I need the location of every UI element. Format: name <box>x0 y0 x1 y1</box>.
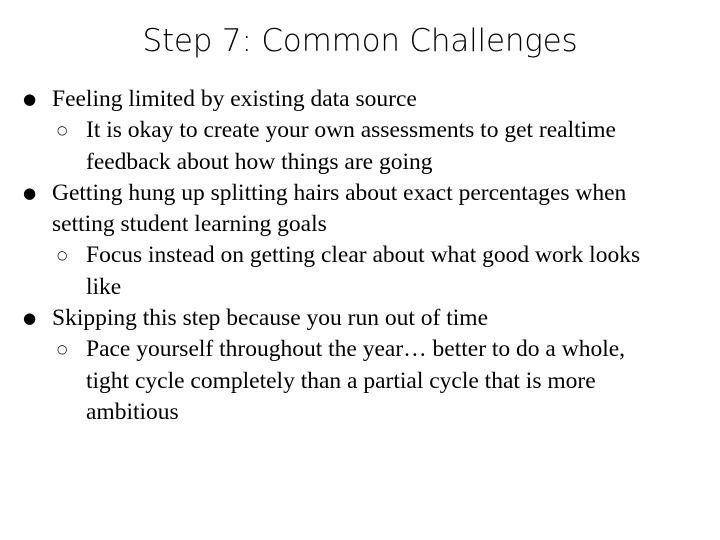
bullet-text: Focus instead on getting clear about wha… <box>86 242 641 300</box>
bullet-text: Feeling limited by existing data source <box>52 86 417 112</box>
bullet-circle-icon: ○ <box>57 342 68 357</box>
bullet-text: It is okay to create your own assessment… <box>86 117 616 175</box>
list-item: ● Getting hung up splitting hairs about … <box>20 178 700 303</box>
list-item: ● Feeling limited by existing data sourc… <box>20 84 700 178</box>
bullet-list-level2: ○ It is okay to create your own assessme… <box>52 115 700 178</box>
list-item: ○ It is okay to create your own assessme… <box>52 115 700 178</box>
bullet-list-level1: ● Feeling limited by existing data sourc… <box>20 84 700 428</box>
bullet-text: Skipping this step because you run out o… <box>52 305 489 332</box>
bullet-disc-icon: ● <box>23 183 37 202</box>
bullet-text: Pace yourself throughout the year… bette… <box>86 336 626 425</box>
bullet-list-level2: ○ Focus instead on getting clear about w… <box>52 240 700 303</box>
slide-body: ● Feeling limited by existing data sourc… <box>20 84 700 428</box>
bullet-circle-icon: ○ <box>57 248 68 263</box>
bullet-list-level2: ○ Pace yourself throughout the year… bet… <box>52 334 700 428</box>
bullet-text: Getting hung up splitting hairs about ex… <box>52 179 627 238</box>
slide: Step 7: Common Challenges ● Feeling limi… <box>0 0 720 540</box>
bullet-circle-icon: ○ <box>57 123 68 138</box>
page-title: Step 7: Common Challenges <box>142 23 578 59</box>
list-item: ● Skipping this step because you run out… <box>20 303 700 428</box>
list-item: ○ Pace yourself throughout the year… bet… <box>52 334 700 428</box>
bullet-disc-icon: ● <box>23 309 37 328</box>
list-item: ○ Focus instead on getting clear about w… <box>52 240 700 303</box>
bullet-disc-icon: ● <box>23 90 37 108</box>
